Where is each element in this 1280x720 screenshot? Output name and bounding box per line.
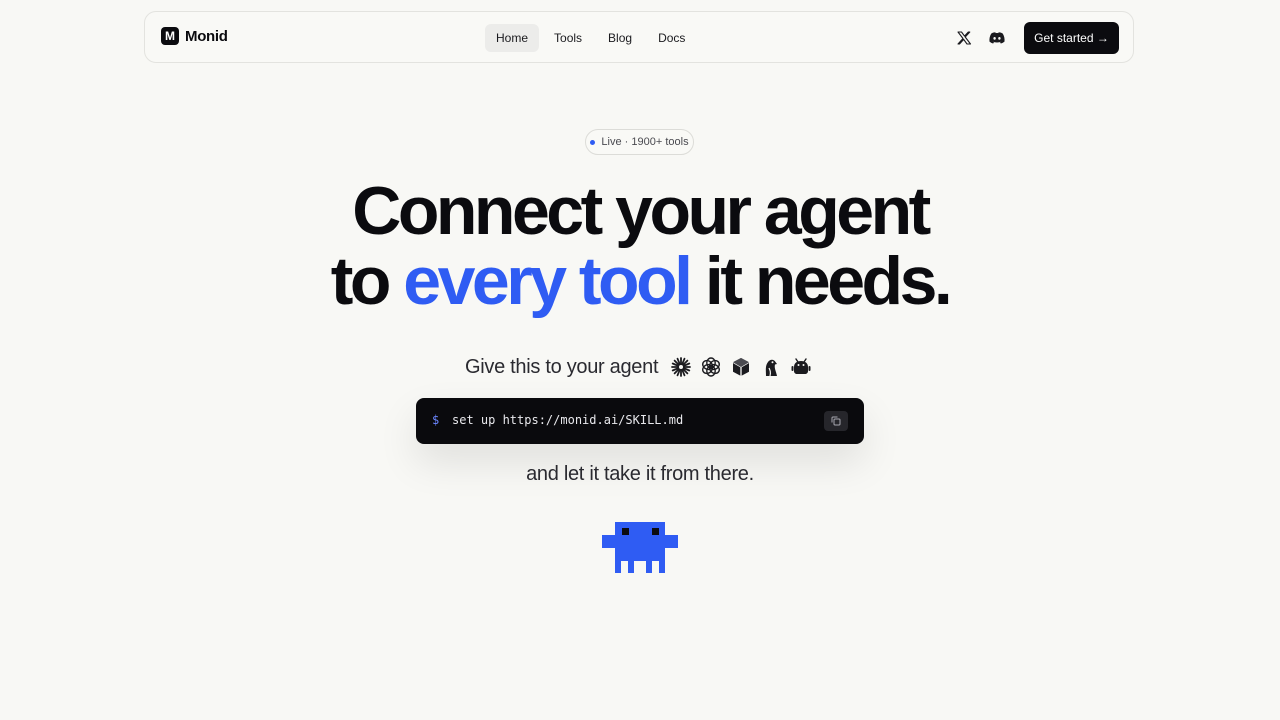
after-text: and let it take it from there. [526, 463, 754, 485]
status-badge: Live · 1900+ tools [585, 129, 694, 155]
copy-button[interactable] [824, 411, 848, 431]
x-icon[interactable] [955, 29, 973, 47]
command-text[interactable]: set up https://monid.ai/SKILL.md [452, 413, 683, 427]
nav-link-docs[interactable]: Docs [647, 24, 696, 52]
give-agent-label: Give this to your agent [465, 355, 659, 378]
command-prompt: $ [432, 413, 440, 427]
top-navbar: M Monid Home Tools Blog Docs Get started… [144, 11, 1134, 63]
openai-icon [702, 357, 721, 377]
headline-line-2-post: it needs. [689, 243, 953, 319]
command-box[interactable]: $ set up https://monid.ai/SKILL.md [416, 398, 864, 444]
agent-icons [670, 356, 812, 378]
headline-accent: every tool [403, 243, 693, 319]
brand-name: Monid [185, 27, 228, 45]
android-icon [791, 358, 811, 374]
claude-icon [671, 357, 692, 377]
cube-icon [732, 358, 750, 376]
headline-line-2: to every tool it needs. [0, 246, 1280, 316]
give-agent-row: Give this to your agent [465, 353, 812, 381]
nav-links: Home Tools Blog Docs [485, 24, 696, 52]
brand-logo[interactable]: M Monid [161, 27, 228, 45]
copy-icon [831, 416, 841, 426]
pixel-mascot-icon [602, 522, 678, 573]
live-dot-icon [590, 139, 596, 145]
nav-link-tools[interactable]: Tools [543, 24, 593, 52]
nav-link-home[interactable]: Home [485, 24, 540, 52]
goose-icon [766, 359, 778, 377]
hero-headline: Connect your agent to every tool it need… [0, 176, 1280, 316]
headline-line-2-pre: to [330, 243, 404, 319]
nav-link-blog[interactable]: Blog [597, 24, 643, 52]
brand-mark-icon: M [161, 27, 179, 45]
headline-line-1: Connect your agent [352, 173, 931, 249]
get-started-button[interactable]: Get started → [1024, 22, 1119, 54]
discord-icon[interactable] [988, 29, 1006, 47]
status-badge-text: Live · 1900+ tools [601, 136, 689, 148]
